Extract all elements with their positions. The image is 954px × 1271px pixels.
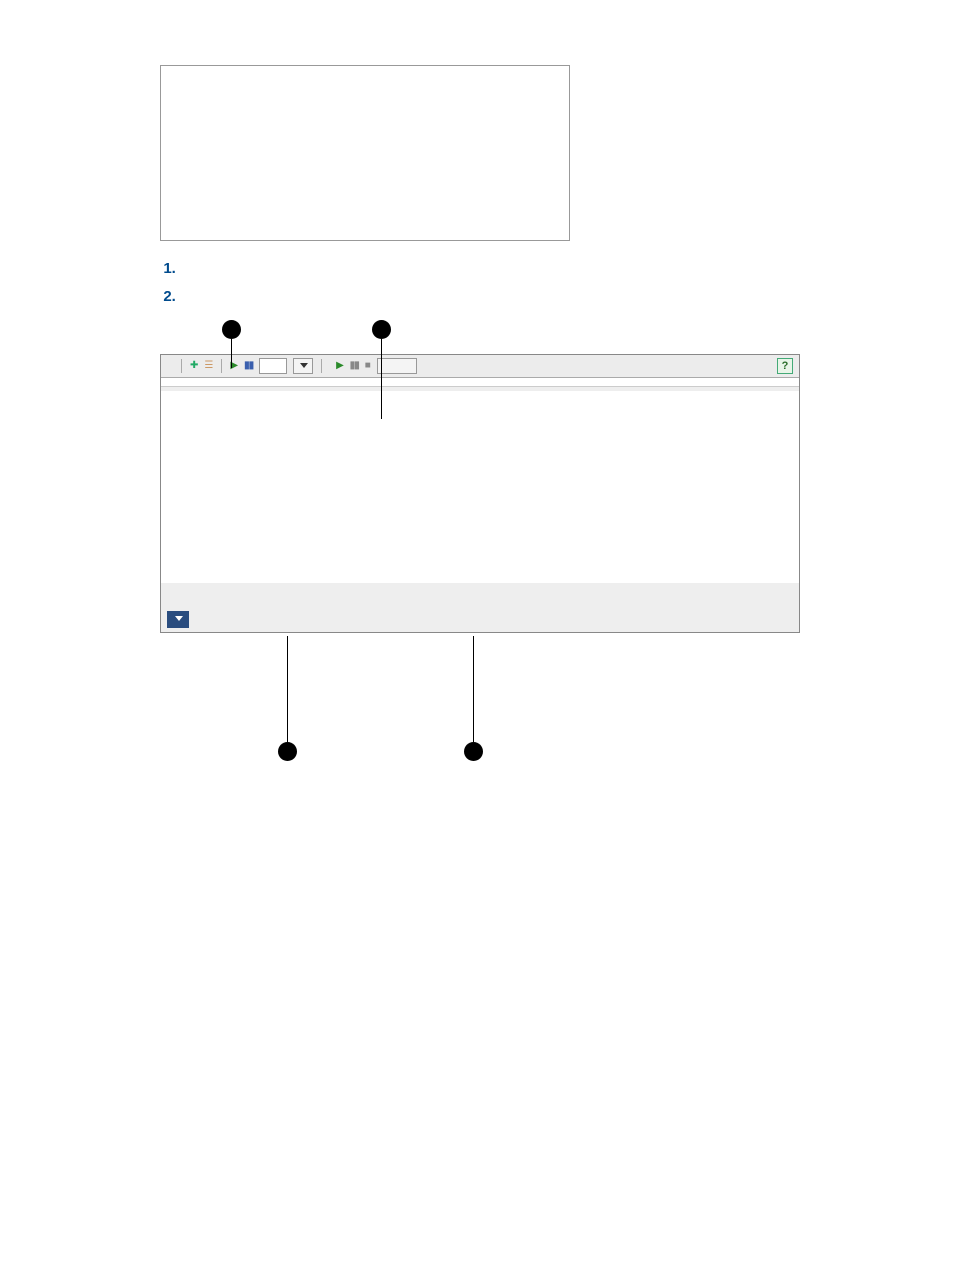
perfmon-toolbar: ✚ ☰ ▶ ▮▮ ▶ ▮▮ ■ ? [161,355,799,378]
step-1 [180,259,884,279]
callout-marker-4 [464,742,483,761]
callout-marker-3 [278,742,297,761]
fig102-timezone-label [161,561,799,583]
export-na-field[interactable] [377,358,417,374]
steps-list [180,259,884,308]
export-play-button[interactable]: ▶ [336,359,344,373]
export-pause-button[interactable]: ▮▮ [350,359,359,373]
callout-3 [160,720,522,745]
help-icon[interactable]: ? [777,358,793,374]
fig101-timezone-label [161,220,569,238]
callout-2 [522,689,884,714]
callout-legend [160,689,884,745]
step-2 [180,287,884,307]
callout-marker-1 [222,320,241,339]
fig102-chart-title [161,378,799,387]
interval-spinner[interactable] [259,358,287,374]
fig101-chart-canvas [189,70,563,220]
add-icon[interactable]: ✚ [190,359,198,373]
interval-unit-dropdown[interactable] [293,358,313,374]
figure-102: ✚ ☰ ▶ ▮▮ ▶ ▮▮ ■ ? [160,320,884,684]
callout-4 [522,720,884,745]
callout-marker-2 [372,320,391,339]
list-icon[interactable]: ☰ [204,359,213,373]
pause-button[interactable]: ▮▮ [244,359,253,373]
fig102-chart-canvas [197,391,791,561]
export-stop-button[interactable]: ■ [365,359,371,373]
performance-monitor-window: ✚ ☰ ▶ ▮▮ ▶ ▮▮ ■ ? [160,354,800,634]
figure-101 [160,65,884,241]
perfmon-tasks-button[interactable] [167,611,189,629]
callout-1 [160,689,522,714]
